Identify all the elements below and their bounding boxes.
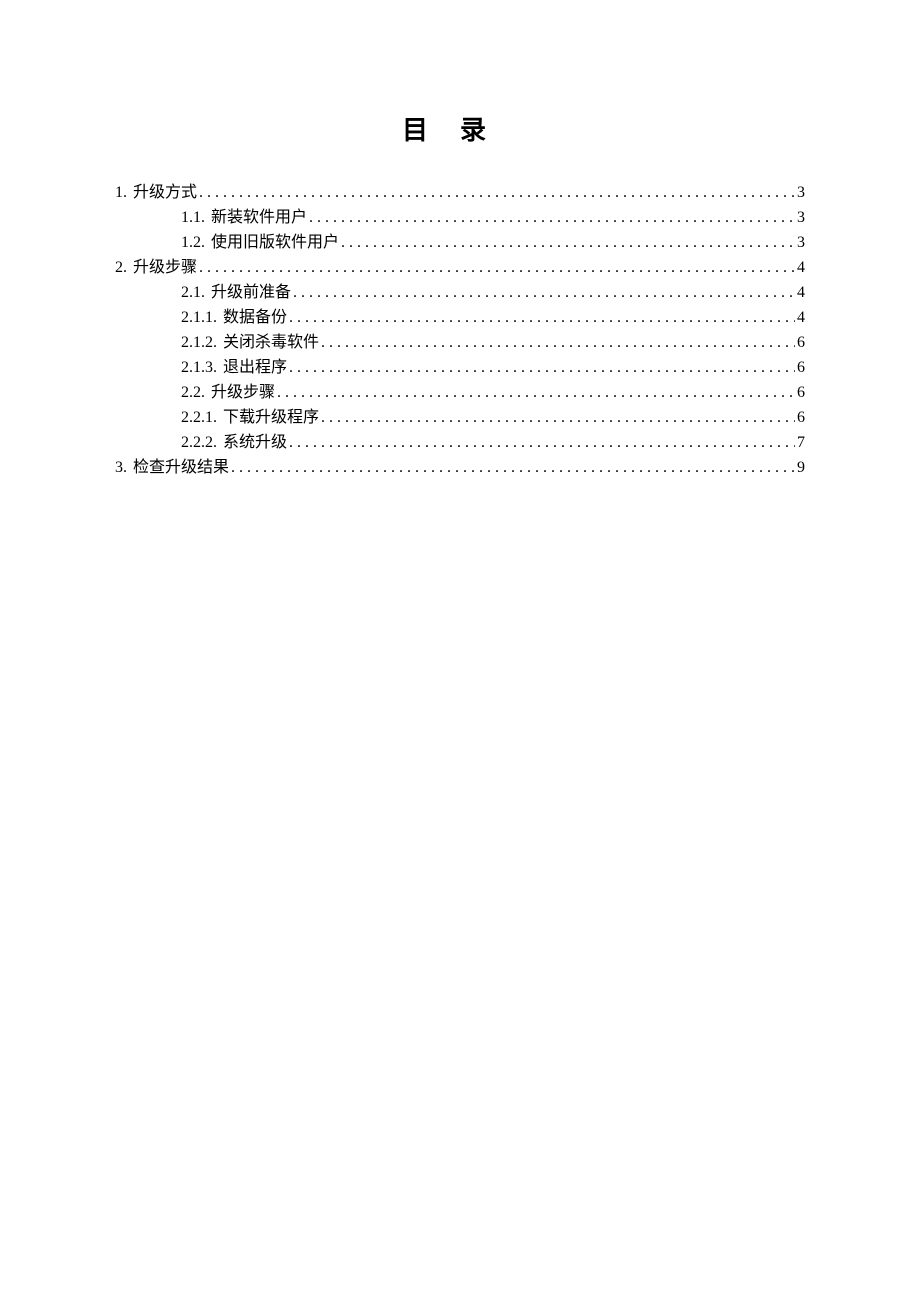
toc-text: 使用旧版软件用户 <box>211 231 339 255</box>
toc-dots <box>321 406 795 430</box>
toc-dots <box>293 281 795 305</box>
toc-entry[interactable]: 2.1 升级前准备 4 <box>115 281 805 305</box>
toc-entry[interactable]: 2.1.1 数据备份 4 <box>115 306 805 330</box>
toc-page: 7 <box>797 431 805 455</box>
toc-number: 1.2 <box>181 231 205 255</box>
toc-dots <box>289 356 795 380</box>
toc-text: 关闭杀毒软件 <box>223 331 319 355</box>
toc-number: 2.1.1 <box>181 306 217 330</box>
toc-number: 2 <box>115 256 127 280</box>
toc-page: 4 <box>797 281 805 305</box>
toc-number: 3 <box>115 456 127 480</box>
toc-dots <box>199 181 795 205</box>
toc-entry[interactable]: 3 检查升级结果 9 <box>115 456 805 480</box>
toc-title: 目录 <box>115 110 805 147</box>
toc-number: 2.2 <box>181 381 205 405</box>
toc-page: 3 <box>797 206 805 230</box>
toc-number: 2.1.2 <box>181 331 217 355</box>
toc-dots <box>277 381 795 405</box>
toc-page: 6 <box>797 356 805 380</box>
toc-text: 数据备份 <box>223 306 287 330</box>
toc-entry[interactable]: 2 升级步骤 4 <box>115 256 805 280</box>
toc-text: 系统升级 <box>223 431 287 455</box>
toc-number: 2.2.2 <box>181 431 217 455</box>
toc-container: 1 升级方式 3 1.1 新装软件用户 3 1.2 使用旧版软件用户 3 2 升… <box>115 181 805 480</box>
toc-dots <box>309 206 795 230</box>
toc-dots <box>289 306 795 330</box>
toc-text: 升级方式 <box>133 181 197 205</box>
toc-entry[interactable]: 1.1 新装软件用户 3 <box>115 206 805 230</box>
toc-entry[interactable]: 2.1.3 退出程序 6 <box>115 356 805 380</box>
toc-number: 1 <box>115 181 127 205</box>
toc-entry[interactable]: 1.2 使用旧版软件用户 3 <box>115 231 805 255</box>
toc-number: 1.1 <box>181 206 205 230</box>
toc-text: 升级步骤 <box>133 256 197 280</box>
toc-entry[interactable]: 2.2.2 系统升级 7 <box>115 431 805 455</box>
toc-page: 4 <box>797 256 805 280</box>
toc-page: 4 <box>797 306 805 330</box>
toc-dots <box>321 331 795 355</box>
toc-page: 3 <box>797 231 805 255</box>
toc-dots <box>289 431 795 455</box>
toc-number: 2.1 <box>181 281 205 305</box>
toc-entry[interactable]: 2.2.1 下载升级程序 6 <box>115 406 805 430</box>
toc-dots <box>231 456 795 480</box>
toc-page: 6 <box>797 381 805 405</box>
toc-entry[interactable]: 2.1.2 关闭杀毒软件 6 <box>115 331 805 355</box>
toc-page: 9 <box>797 456 805 480</box>
toc-text: 下载升级程序 <box>223 406 319 430</box>
toc-entry[interactable]: 1 升级方式 3 <box>115 181 805 205</box>
toc-page: 6 <box>797 331 805 355</box>
toc-entry[interactable]: 2.2 升级步骤 6 <box>115 381 805 405</box>
toc-number: 2.2.1 <box>181 406 217 430</box>
toc-dots <box>341 231 795 255</box>
toc-page: 6 <box>797 406 805 430</box>
toc-text: 升级步骤 <box>211 381 275 405</box>
toc-page: 3 <box>797 181 805 205</box>
toc-dots <box>199 256 795 280</box>
toc-text: 检查升级结果 <box>133 456 229 480</box>
toc-text: 升级前准备 <box>211 281 291 305</box>
toc-text: 新装软件用户 <box>211 206 307 230</box>
toc-number: 2.1.3 <box>181 356 217 380</box>
toc-text: 退出程序 <box>223 356 287 380</box>
